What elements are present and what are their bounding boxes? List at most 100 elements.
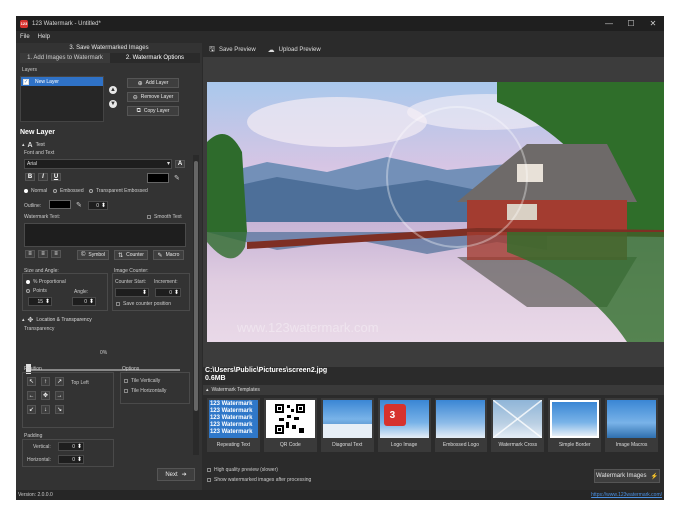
preview-toolbar: 🖫 Save Preview ☁ Upload Preview xyxy=(203,43,664,57)
symbol-button[interactable]: © Symbol xyxy=(77,250,109,260)
move-up-icon[interactable]: ▲ xyxy=(109,86,117,94)
file-path: C:\Users\Public\Pictures\screen2.jpg xyxy=(205,367,328,374)
collapse-icon: ▴ xyxy=(22,317,25,323)
list-item[interactable]: ✓ New Layer xyxy=(21,77,103,86)
outline-eyedropper-icon[interactable]: ✎ xyxy=(76,201,82,209)
title-bar: 123 123 Watermark - Untitled* — ☐ ✕ xyxy=(16,16,664,31)
close-button[interactable]: ✕ xyxy=(642,16,664,31)
copy-layer-button[interactable]: ⧉ Copy Layer xyxy=(127,106,179,116)
center-move-icon[interactable]: ✥ xyxy=(41,391,50,400)
text-color-swatch[interactable] xyxy=(147,173,169,183)
horizontal-padding-stepper[interactable]: 0 xyxy=(58,455,84,464)
lightning-icon: ⚡ xyxy=(650,473,658,480)
arrow-right-icon[interactable]: → xyxy=(55,391,64,400)
minimize-button[interactable]: — xyxy=(598,16,620,31)
font-size-icon[interactable]: A xyxy=(175,160,185,168)
outline-width-stepper[interactable]: 0 xyxy=(88,201,108,210)
layer-list[interactable]: ✓ New Layer xyxy=(20,76,104,122)
cloud-upload-icon: ☁ xyxy=(267,47,275,54)
counter-icon: ⇅ xyxy=(118,252,124,259)
chevron-down-icon: ▾ xyxy=(166,161,170,167)
show-after-processing-checkbox[interactable]: Show watermarked images after processing xyxy=(207,477,311,483)
align-center-icon[interactable]: ≡ xyxy=(38,250,48,258)
angle-stepper[interactable]: 0 xyxy=(72,297,96,306)
arrow-top-right-icon[interactable]: ↗ xyxy=(55,377,64,386)
eyedropper-icon[interactable]: ✎ xyxy=(174,174,180,182)
tab-add-images[interactable]: 1. Add Images to Watermark xyxy=(20,53,110,63)
arrow-up-icon[interactable]: ↑ xyxy=(41,377,50,386)
move-down-icon[interactable]: ▼ xyxy=(109,100,117,108)
template-diagonal-text[interactable]: Diagonal Text xyxy=(320,398,374,452)
increment-stepper[interactable]: 0 xyxy=(155,288,181,297)
next-button[interactable]: Next ➔ xyxy=(157,468,195,481)
website-link[interactable]: https://www.123watermark.com/ xyxy=(591,492,662,498)
watermark-images-button[interactable]: Watermark Images ⚡ xyxy=(594,469,660,483)
template-logo-image[interactable]: 3 Logo Image xyxy=(377,398,431,452)
smooth-text-checkbox[interactable]: Smooth Text xyxy=(147,214,182,220)
save-preview-button[interactable]: 🖫 Save Preview xyxy=(209,45,256,56)
options-scrollbar[interactable] xyxy=(193,155,199,455)
outline-color-swatch[interactable] xyxy=(49,200,71,209)
layer-visible-checkbox[interactable]: ✓ xyxy=(23,78,29,85)
transparency-slider[interactable] xyxy=(28,369,180,371)
arrow-bottom-right-icon[interactable]: ↘ xyxy=(55,405,64,414)
outline-label: Outline: xyxy=(24,203,42,209)
vertical-padding-stepper[interactable]: 0 xyxy=(58,442,84,451)
font-label: Font and Text xyxy=(24,150,55,156)
italic-button[interactable]: I xyxy=(38,173,48,181)
maximize-button[interactable]: ☐ xyxy=(620,16,642,31)
template-embossed-logo[interactable]: Embossed Logo xyxy=(434,398,488,452)
move-icon: ✥ xyxy=(27,317,34,324)
layer-name: New Layer xyxy=(35,78,59,85)
style-transparent-embossed-radio[interactable]: Transparent Embossed xyxy=(89,188,148,194)
macro-button[interactable]: ✎ Macro xyxy=(153,250,184,260)
counter-button[interactable]: ⇅ Counter xyxy=(114,250,148,260)
app-logo-icon: 123 xyxy=(20,19,28,28)
file-size: 0.6MB xyxy=(205,375,226,382)
arrow-top-left-icon[interactable]: ↖ xyxy=(27,377,36,386)
tile-vertically-checkbox[interactable]: Tile Vertically xyxy=(124,378,160,384)
high-quality-checkbox[interactable]: High quality preview (slower) xyxy=(207,467,278,473)
underline-button[interactable]: U xyxy=(51,173,61,181)
preview-image[interactable]: www.123watermark.com xyxy=(207,82,664,342)
tile-horizontally-checkbox[interactable]: Tile Horizontally xyxy=(124,388,166,394)
arrow-bottom-left-icon[interactable]: ↙ xyxy=(27,405,36,414)
watermark-text-input[interactable] xyxy=(24,223,186,247)
tab-save-watermarked[interactable]: 3. Save Watermarked Images xyxy=(16,43,202,53)
arrow-down-icon[interactable]: ↓ xyxy=(41,405,50,414)
template-qr-code[interactable]: QR Code xyxy=(263,398,317,452)
align-right-icon[interactable]: ≡ xyxy=(51,250,61,258)
style-embossed-radio[interactable]: Embossed xyxy=(53,188,84,194)
template-simple-border[interactable]: Simple Border xyxy=(548,398,602,452)
counter-start-stepper[interactable] xyxy=(115,288,149,297)
bold-button[interactable]: B xyxy=(25,173,35,181)
text-icon: A xyxy=(27,141,33,149)
text-section-header[interactable]: ▴ A Text xyxy=(22,141,200,149)
proportional-radio[interactable]: % Proportional xyxy=(26,279,66,285)
remove-layer-button[interactable]: ⊖ Remove Layer xyxy=(127,92,179,102)
size-stepper[interactable]: 15 xyxy=(28,297,52,306)
copy-icon: ⧉ xyxy=(136,107,141,114)
templates-header[interactable]: ▴ Watermark Templates xyxy=(203,385,664,395)
transparency-value: 0% xyxy=(100,350,108,356)
save-counter-checkbox[interactable]: Save counter position xyxy=(116,301,171,307)
template-repeating-text[interactable]: 123 Watermark 123 Watermark 123 Watermark 1… xyxy=(207,398,260,452)
location-section-header[interactable]: ▴ ✥ Location & Transparency xyxy=(22,316,200,324)
tab-watermark-options[interactable]: 2. Watermark Options xyxy=(110,53,200,63)
counter-start-label: Counter Start: xyxy=(115,279,147,285)
add-layer-button[interactable]: ⊕ Add Layer xyxy=(127,78,179,88)
cross-icon xyxy=(493,400,543,438)
upload-preview-button[interactable]: ☁ Upload Preview xyxy=(268,46,321,54)
transparency-label: Transparency xyxy=(24,326,55,332)
template-image-macros[interactable]: Image Macros xyxy=(605,398,658,452)
menu-file[interactable]: File xyxy=(20,34,30,40)
style-normal-radio[interactable]: Normal xyxy=(24,188,47,194)
menu-help[interactable]: Help xyxy=(38,34,50,40)
arrow-left-icon[interactable]: ← xyxy=(27,391,36,400)
font-select[interactable]: Arial ▾ xyxy=(24,159,172,169)
points-radio[interactable]: Points xyxy=(26,288,47,294)
align-left-icon[interactable]: ≡ xyxy=(25,250,35,258)
status-bar: Version: 2.0.0.0 https://www.123watermar… xyxy=(16,490,664,500)
template-watermark-cross[interactable]: Watermark Cross xyxy=(491,398,545,452)
layers-label: Layers xyxy=(22,67,38,73)
